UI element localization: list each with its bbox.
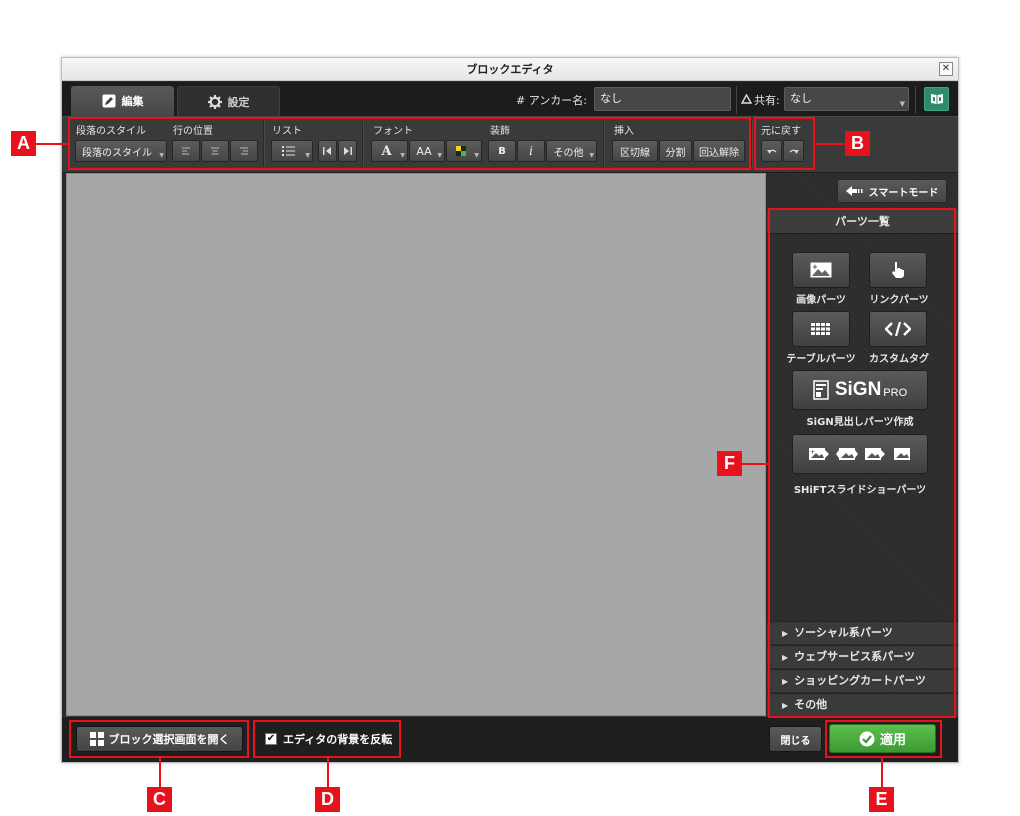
tab-row: 編集 設定 # アンカー名: なし 共有: なし ▼ xyxy=(62,82,958,116)
share-select[interactable]: なし ▼ xyxy=(784,87,909,111)
divider xyxy=(915,86,916,114)
anchor-name-input[interactable]: なし xyxy=(594,87,731,111)
close-button[interactable]: 閉じる xyxy=(769,726,822,752)
callout-box-c xyxy=(69,720,249,758)
callout-box-f xyxy=(768,208,956,718)
tab-edit[interactable]: 編集 xyxy=(71,86,174,116)
book-button[interactable] xyxy=(924,87,949,111)
window-title: ブロックエディタ xyxy=(466,63,554,76)
callout-box-b xyxy=(754,117,815,170)
callout-line-d xyxy=(327,758,329,787)
share-triangle-icon xyxy=(741,94,752,104)
callout-line-a xyxy=(36,143,68,145)
share-label: 共有: xyxy=(754,94,780,107)
book-icon xyxy=(930,94,943,104)
tab-settings-label: 設定 xyxy=(227,95,250,109)
smart-mode-button[interactable]: スマートモード xyxy=(837,179,947,203)
gear-icon xyxy=(207,94,222,109)
callout-badge-c: C xyxy=(147,787,172,812)
callout-line-f xyxy=(742,463,768,465)
chevron-down-icon: ▼ xyxy=(899,100,905,108)
arrow-left-icon xyxy=(845,186,863,196)
callout-line-b xyxy=(815,143,845,145)
divider xyxy=(751,121,752,167)
callout-box-d xyxy=(253,720,401,758)
callout-badge-f: F xyxy=(717,451,742,476)
tab-edit-label: 編集 xyxy=(121,95,144,108)
callout-badge-a: A xyxy=(11,131,36,156)
window-titlebar: ブロックエディタ ✕ xyxy=(62,58,958,81)
share-select-value: なし xyxy=(790,92,812,105)
callout-badge-e: E xyxy=(869,787,894,812)
tab-settings[interactable]: 設定 xyxy=(177,86,280,116)
anchor-label: # アンカー名: xyxy=(516,94,587,107)
callout-box-e xyxy=(825,720,942,758)
divider xyxy=(736,86,737,114)
callout-line-c xyxy=(159,758,161,787)
editor-canvas[interactable] xyxy=(66,173,766,716)
smart-mode-label: スマートモード xyxy=(868,187,939,199)
pencil-icon xyxy=(102,94,115,108)
callout-badge-b: B xyxy=(845,131,870,156)
close-icon[interactable]: ✕ xyxy=(939,62,953,76)
callout-box-a xyxy=(68,117,751,170)
callout-badge-d: D xyxy=(315,787,340,812)
callout-line-e xyxy=(881,758,883,787)
